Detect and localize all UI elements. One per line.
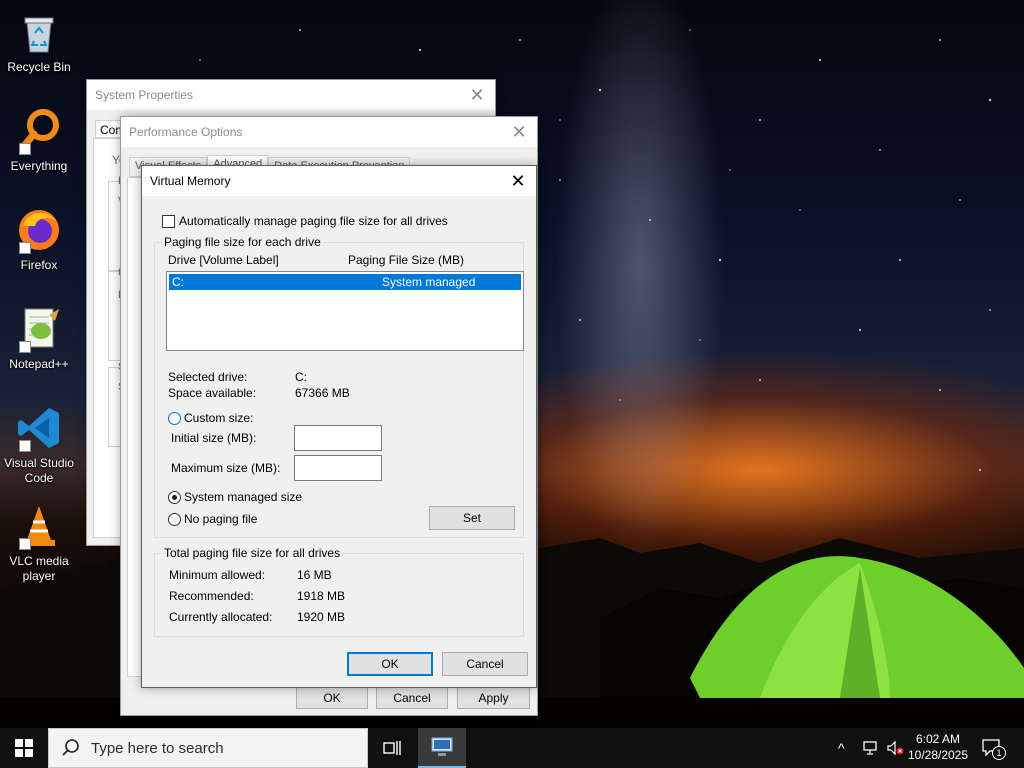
performance-options-title: Performance Options — [121, 117, 537, 147]
no-paging-radio[interactable] — [168, 513, 181, 526]
drive-letter: C: — [172, 275, 184, 289]
close-icon[interactable]: ✕ — [459, 80, 495, 110]
allocated-label: Currently allocated: — [169, 610, 273, 624]
desktop-icon-recycle-bin[interactable]: Recycle Bin — [1, 8, 77, 75]
search-icon — [62, 739, 79, 756]
maximum-size-label: Maximum size (MB): — [171, 461, 281, 475]
shortcut-arrow-icon — [19, 440, 31, 452]
drive-list[interactable]: C: System managed — [166, 271, 524, 351]
desktop-icon-label: Firefox — [20, 258, 58, 272]
recycle-bin-icon — [15, 8, 63, 56]
cancel-button[interactable]: Cancel — [442, 652, 528, 676]
notification-badge: 1 — [992, 746, 1006, 760]
drive-list-row[interactable]: C: System managed — [169, 274, 521, 290]
taskbar-app-system-properties[interactable] — [418, 728, 466, 768]
no-paging-label[interactable]: No paging file — [184, 512, 257, 526]
min-allowed-value: 16 MB — [297, 568, 332, 582]
desktop-icon-firefox[interactable]: Firefox — [1, 206, 77, 273]
set-button[interactable]: Set — [429, 506, 515, 530]
drive-size: System managed — [382, 275, 476, 289]
desktop-icon-label: Everything — [10, 159, 68, 173]
chevron-up-icon[interactable]: ^ — [838, 740, 845, 756]
totals-group-title: Total paging file size for all drives — [162, 546, 343, 560]
close-icon[interactable]: ✕ — [500, 166, 536, 196]
cancel-button[interactable]: Cancel — [376, 687, 448, 709]
allocated-value: 1920 MB — [297, 610, 346, 624]
task-view-icon — [383, 741, 401, 755]
start-button[interactable] — [0, 728, 48, 768]
ok-button[interactable]: OK — [296, 687, 368, 709]
clock-time: 6:02 AM — [915, 732, 961, 746]
vscode-icon — [15, 404, 63, 452]
desktop-icon-label: VLC media player — [9, 554, 69, 583]
desktop-icon-label: Recycle Bin — [7, 60, 71, 74]
desktop-icon-vlc[interactable]: VLC media player — [1, 502, 77, 584]
system-managed-label[interactable]: System managed size — [184, 490, 302, 504]
auto-manage-label[interactable]: Automatically manage paging file size fo… — [179, 214, 448, 228]
taskbar-search-box[interactable]: Type here to search — [48, 728, 368, 768]
notepadpp-icon — [15, 305, 63, 353]
action-center-button[interactable]: 1 — [980, 736, 1006, 760]
virtual-memory-title: Virtual Memory — [142, 166, 536, 196]
selected-drive-value: C: — [295, 370, 307, 384]
shortcut-arrow-icon — [19, 143, 31, 155]
space-available-label: Space available: — [168, 386, 257, 400]
shortcut-arrow-icon — [19, 538, 31, 550]
desktop-icon-label: Notepad++ — [9, 357, 69, 371]
desktop-icon-label: Visual Studio Code — [4, 456, 74, 485]
task-view-button[interactable] — [372, 728, 412, 768]
space-available-value: 67366 MB — [295, 386, 350, 400]
initial-size-label: Initial size (MB): — [171, 431, 257, 445]
desktop-icon-everything[interactable]: Everything — [1, 107, 77, 174]
network-icon[interactable] — [862, 740, 880, 756]
clock[interactable]: 6:02 AM 10/28/2025 — [900, 731, 976, 763]
custom-size-label[interactable]: Custom size: — [184, 411, 253, 425]
selected-drive-label: Selected drive: — [168, 370, 248, 384]
initial-size-input[interactable] — [294, 425, 382, 451]
auto-manage-checkbox[interactable] — [162, 215, 175, 228]
ok-button[interactable]: OK — [347, 652, 433, 676]
firefox-icon — [15, 206, 63, 254]
min-allowed-label: Minimum allowed: — [169, 568, 266, 582]
clock-date: 10/28/2025 — [907, 748, 969, 762]
desktop-icon-notepadpp[interactable]: Notepad++ — [1, 305, 77, 372]
shortcut-arrow-icon — [19, 341, 31, 353]
shortcut-arrow-icon — [19, 242, 31, 254]
desktop-icon-vscode[interactable]: Visual Studio Code — [1, 404, 77, 486]
virtual-memory-dialog: Virtual Memory ✕ Automatically manage pa… — [141, 165, 537, 688]
column-drive-header: Drive [Volume Label] — [168, 253, 279, 267]
everything-icon — [15, 107, 63, 155]
column-size-header: Paging File Size (MB) — [348, 253, 465, 267]
recommended-value: 1918 MB — [297, 589, 346, 603]
apply-button[interactable]: Apply — [457, 687, 530, 709]
maximum-size-input[interactable] — [294, 455, 382, 481]
system-properties-title: System Properties — [87, 80, 495, 110]
system-properties-app-icon — [431, 737, 453, 756]
paging-group-title: Paging file size for each drive — [162, 235, 323, 249]
vlc-icon — [15, 502, 63, 550]
close-icon[interactable]: ✕ — [501, 117, 537, 147]
custom-size-radio[interactable] — [168, 412, 181, 425]
system-managed-radio[interactable] — [168, 491, 181, 504]
taskbar: Type here to search ^ 6:02 AM 10/28/2025… — [0, 728, 1024, 768]
windows-logo-icon — [15, 739, 33, 757]
search-placeholder: Type here to search — [91, 739, 224, 757]
recommended-label: Recommended: — [169, 589, 254, 603]
